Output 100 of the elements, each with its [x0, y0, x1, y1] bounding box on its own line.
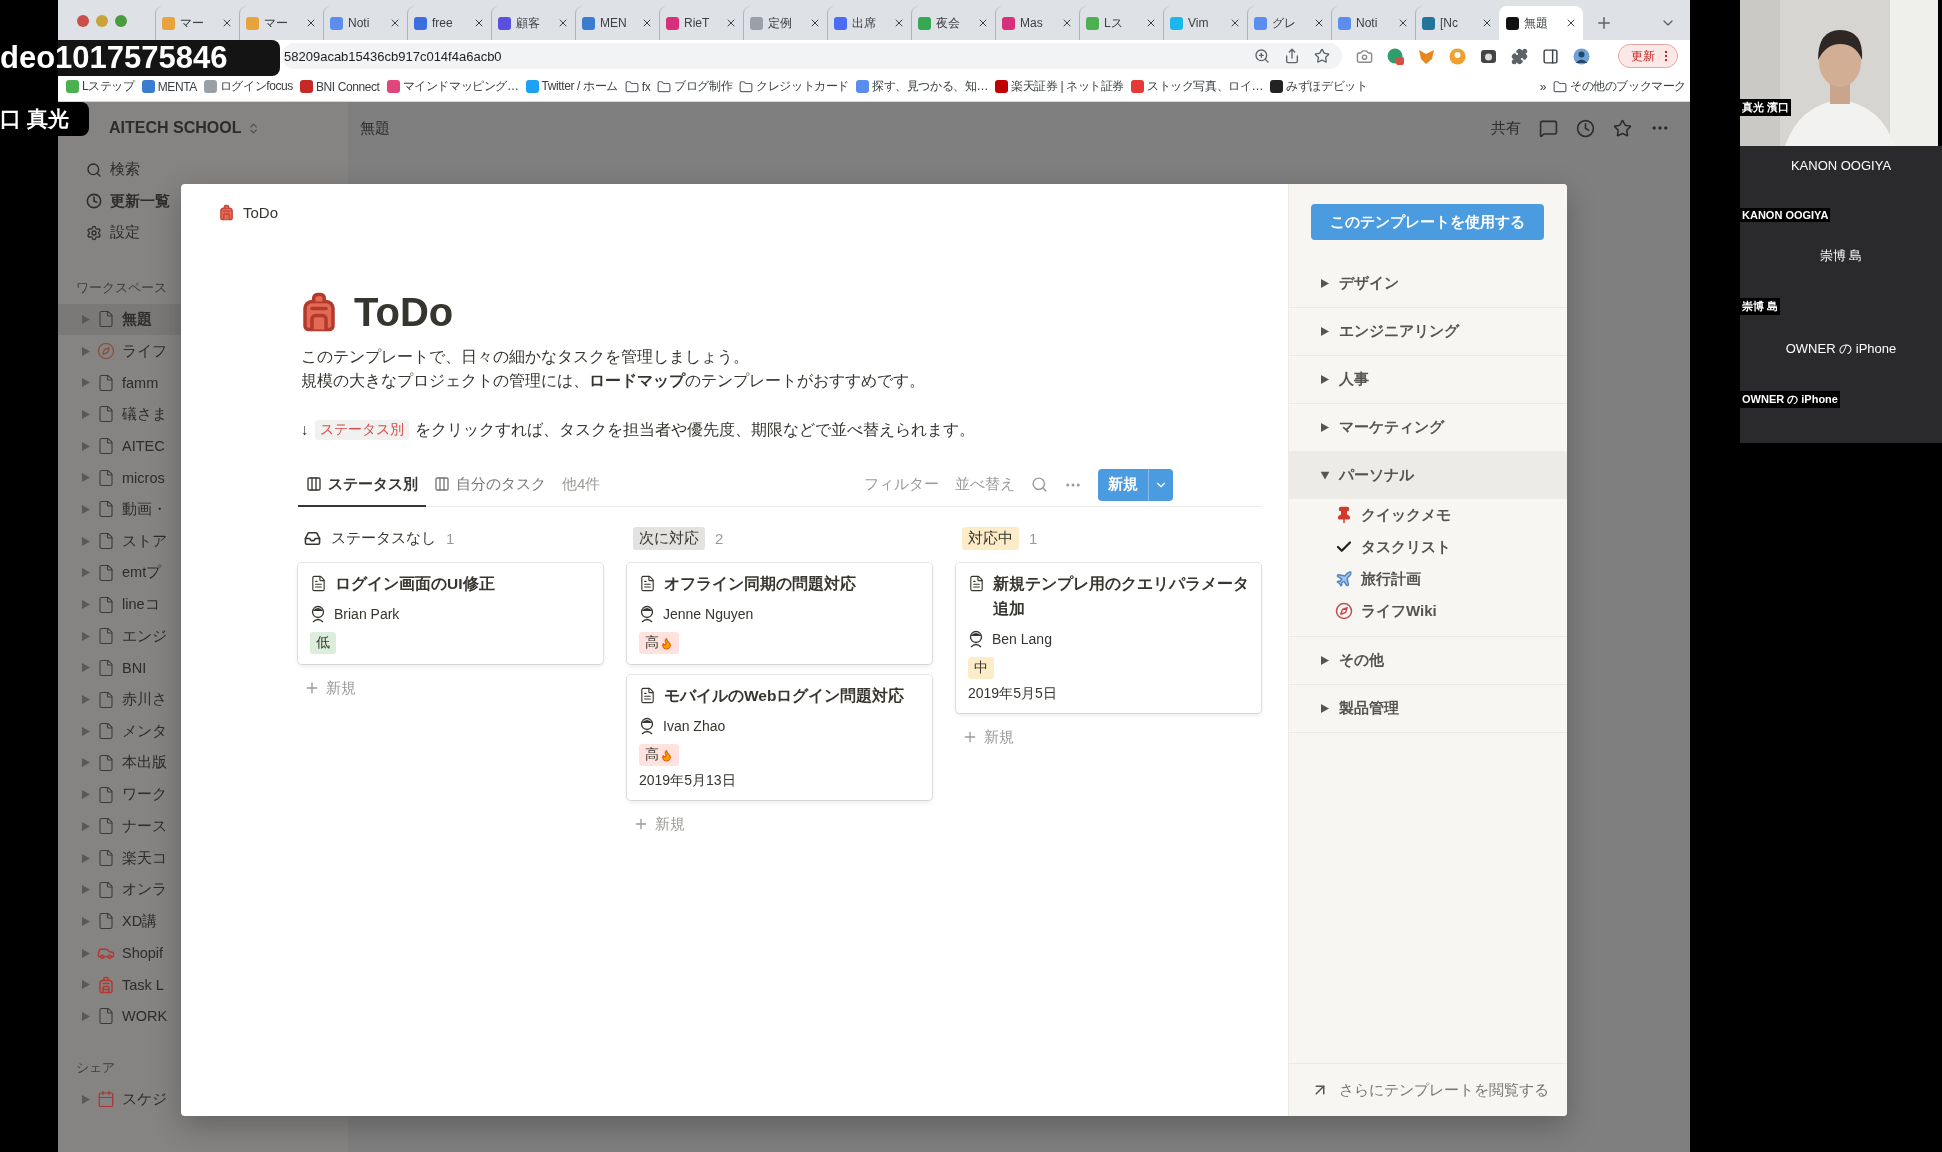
sidebar-page[interactable]: AITEC [122, 438, 165, 455]
search-icon[interactable] [1031, 476, 1048, 493]
view-tab[interactable]: ステータス別 [298, 463, 426, 507]
bookmark[interactable]: Lステップ [66, 78, 135, 95]
close-icon[interactable] [557, 17, 569, 29]
close-icon[interactable] [1481, 17, 1493, 29]
sidebar-page[interactable]: WORK [122, 1008, 168, 1025]
sidebar-page[interactable]: 楽天コ [122, 848, 167, 868]
bookmark[interactable]: BNI Connect [299, 79, 380, 94]
page-icon [97, 849, 115, 868]
sidebar-page[interactable]: lineコ [122, 595, 160, 615]
workspace-name[interactable]: AITECH SCHOOL [109, 119, 242, 137]
sidebar-page[interactable]: メンタ [122, 721, 167, 741]
close-icon[interactable] [641, 17, 653, 29]
sidebar-page[interactable]: famm [122, 374, 159, 391]
sidebar-page[interactable]: ストア [122, 531, 167, 551]
task-card[interactable]: モバイルのWebログイン問題対応 Ivan Zhao 高 2019年5月13日 [627, 675, 932, 800]
close-icon[interactable] [1565, 17, 1577, 29]
close-icon[interactable] [305, 17, 317, 29]
category-row[interactable]: マーケティング [1289, 404, 1567, 451]
sidebar-page[interactable]: Task L [122, 976, 164, 993]
close-icon[interactable] [1061, 17, 1073, 29]
close-icon[interactable] [221, 17, 233, 29]
template-link[interactable]: クイックメモ [1361, 505, 1451, 525]
template-link[interactable]: ライフWiki [1361, 601, 1437, 621]
due-date: 2019年5月5日 [968, 685, 1058, 703]
close-icon[interactable] [809, 17, 821, 29]
category-row[interactable]: 人事 [1289, 356, 1567, 403]
bookmark[interactable]: 探す、見つかる、知… [856, 78, 989, 95]
browse-templates-link[interactable]: さらにテンプレートを閲覧する [1289, 1063, 1567, 1116]
star-icon[interactable] [1314, 48, 1330, 64]
bookmark[interactable]: みずほデビット [1270, 78, 1368, 95]
sidebar-page[interactable]: micros [122, 469, 165, 486]
caret-icon [82, 441, 90, 451]
bookmark[interactable]: ログインfocus [203, 78, 293, 95]
fox-icon[interactable] [1418, 47, 1435, 65]
sidebar-link[interactable]: 設定 [110, 223, 140, 243]
comment-icon[interactable] [1539, 118, 1558, 138]
sidebar-page[interactable]: 礒さま [122, 404, 167, 424]
new-tab-icon[interactable] [1595, 14, 1613, 32]
puzzle-icon[interactable] [1511, 47, 1528, 65]
clock-icon[interactable] [1576, 118, 1595, 138]
close-icon[interactable] [1313, 17, 1325, 29]
browser-tab[interactable]: 無題 [1499, 6, 1583, 40]
share-icon[interactable] [1284, 48, 1300, 64]
sidebar-page[interactable]: emtプ [122, 563, 162, 583]
breadcrumb[interactable]: ToDo [243, 203, 279, 221]
bookmark[interactable]: ブログ制作 [657, 78, 733, 95]
sidebar-page[interactable]: BNI [122, 659, 147, 676]
template-link[interactable]: 旅行計画 [1361, 569, 1421, 589]
category-row[interactable]: 製品管理 [1289, 685, 1567, 732]
close-icon[interactable] [1397, 17, 1409, 29]
sidebar-link[interactable]: 更新一覧 [110, 191, 170, 211]
sidebar-page[interactable]: ワーク [122, 785, 167, 805]
task-card[interactable]: 新規テンプレ用のクエリパラメータ追加 Ben Lang 中 2019年5月5日 [956, 563, 1261, 713]
close-icon[interactable] [977, 17, 989, 29]
category-row[interactable]: その他 [1289, 637, 1567, 684]
sidebar-page[interactable]: エンジ [122, 626, 167, 646]
sidebar-link[interactable]: 検索 [110, 160, 140, 180]
sidebar-page[interactable]: Shopif [122, 945, 164, 962]
sidebar-page[interactable]: オンラ [122, 880, 167, 900]
zoom-icon[interactable] [1254, 48, 1270, 64]
task-card[interactable]: オフライン同期の問題対応 Jenne Nguyen 高 [627, 563, 932, 664]
close-icon[interactable] [473, 17, 485, 29]
star-icon[interactable] [1613, 118, 1632, 138]
avatar-icon[interactable] [1573, 47, 1590, 65]
bookmark[interactable]: クレジットカード [739, 78, 850, 95]
bookmark[interactable]: MENTA [141, 79, 197, 94]
bookmark[interactable]: fx [624, 79, 651, 94]
bookmark[interactable]: 楽天証券 | ネット証券 [995, 78, 1125, 95]
category-row[interactable]: パーソナル [1289, 452, 1567, 499]
update-button[interactable]: 更新 [1618, 44, 1678, 68]
sidebar-page[interactable]: 赤川さ [122, 690, 167, 710]
close-icon[interactable] [1145, 17, 1157, 29]
bookmark[interactable]: その他のブックマーク [1553, 78, 1686, 95]
close-icon[interactable] [389, 17, 401, 29]
category-row[interactable]: デザイン [1289, 260, 1567, 307]
close-icon[interactable] [725, 17, 737, 29]
share-link[interactable]: 共有 [1491, 118, 1521, 138]
bookmark[interactable]: マインドマッピング… [386, 78, 519, 95]
sidebar-page[interactable]: 動画・ [122, 499, 167, 519]
sidebar-page[interactable]: XD講 [122, 911, 158, 931]
compass-icon [97, 342, 115, 361]
extension-icon[interactable] [1387, 47, 1404, 65]
template-link[interactable]: タスクリスト [1361, 537, 1451, 557]
address-bar[interactable]: 58209acab15436cb917c014f4a6acb0 [282, 43, 1342, 69]
sidebar-page[interactable]: ナース [122, 816, 167, 836]
sidebar-page[interactable]: 本出版 [122, 753, 167, 773]
bookmark[interactable]: ストック写真、ロイ… [1131, 78, 1264, 95]
task-card[interactable]: ログイン画面のUI修正 Brian Park 低 [298, 563, 603, 664]
category-row[interactable]: エンジニアリング [1289, 308, 1567, 355]
close-icon[interactable] [893, 17, 905, 29]
sidebar-page[interactable]: スケジ [122, 1089, 167, 1109]
camera-icon[interactable] [1480, 47, 1497, 65]
more-bookmarks-button[interactable]: » [1539, 79, 1546, 94]
close-icon[interactable] [1229, 17, 1241, 29]
sidebar-icon[interactable] [1542, 47, 1559, 65]
bookmark[interactable]: Twitter / ホーム [525, 78, 618, 95]
view-tab[interactable]: 自分のタスク [426, 463, 554, 507]
sidebar-page[interactable]: ライフ [122, 341, 167, 361]
